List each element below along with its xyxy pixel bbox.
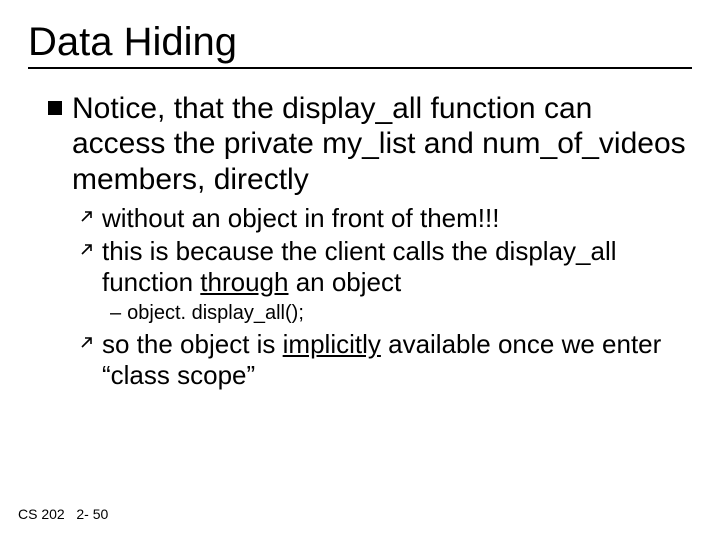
list-item: without an object in front of them!!! — [80, 203, 692, 234]
list-item: – object. display_all(); — [110, 301, 692, 325]
page-number: 2- 50 — [76, 506, 108, 522]
dash-bullet-icon: – — [110, 301, 121, 325]
slide: Data Hiding Notice, that the display_all… — [0, 0, 720, 540]
list-item: this is because the client calls the dis… — [80, 236, 692, 297]
slide-title: Data Hiding — [28, 20, 692, 69]
course-code: CS 202 — [18, 506, 65, 522]
list-item-text: this is because the client calls the dis… — [102, 236, 692, 297]
bullet-list-level1: Notice, that the display_all function ca… — [48, 91, 692, 197]
square-bullet-icon — [48, 101, 62, 115]
list-item-text: object. display_all(); — [127, 301, 304, 325]
arrow-up-right-icon — [80, 242, 94, 256]
list-item: Notice, that the display_all function ca… — [48, 91, 692, 197]
slide-footer: CS 202 2- 50 — [18, 506, 108, 522]
list-item-text: without an object in front of them!!! — [102, 203, 499, 234]
arrow-up-right-icon — [80, 209, 94, 223]
bullet-list-level3: – object. display_all(); — [110, 301, 692, 325]
list-item: so the object is implicitly available on… — [80, 329, 692, 390]
bullet-list-level2: without an object in front of them!!! th… — [80, 203, 692, 297]
list-item-text: Notice, that the display_all function ca… — [72, 91, 692, 197]
list-item-text: so the object is implicitly available on… — [102, 329, 692, 390]
arrow-up-right-icon — [80, 335, 94, 349]
bullet-list-level2: so the object is implicitly available on… — [80, 329, 692, 390]
